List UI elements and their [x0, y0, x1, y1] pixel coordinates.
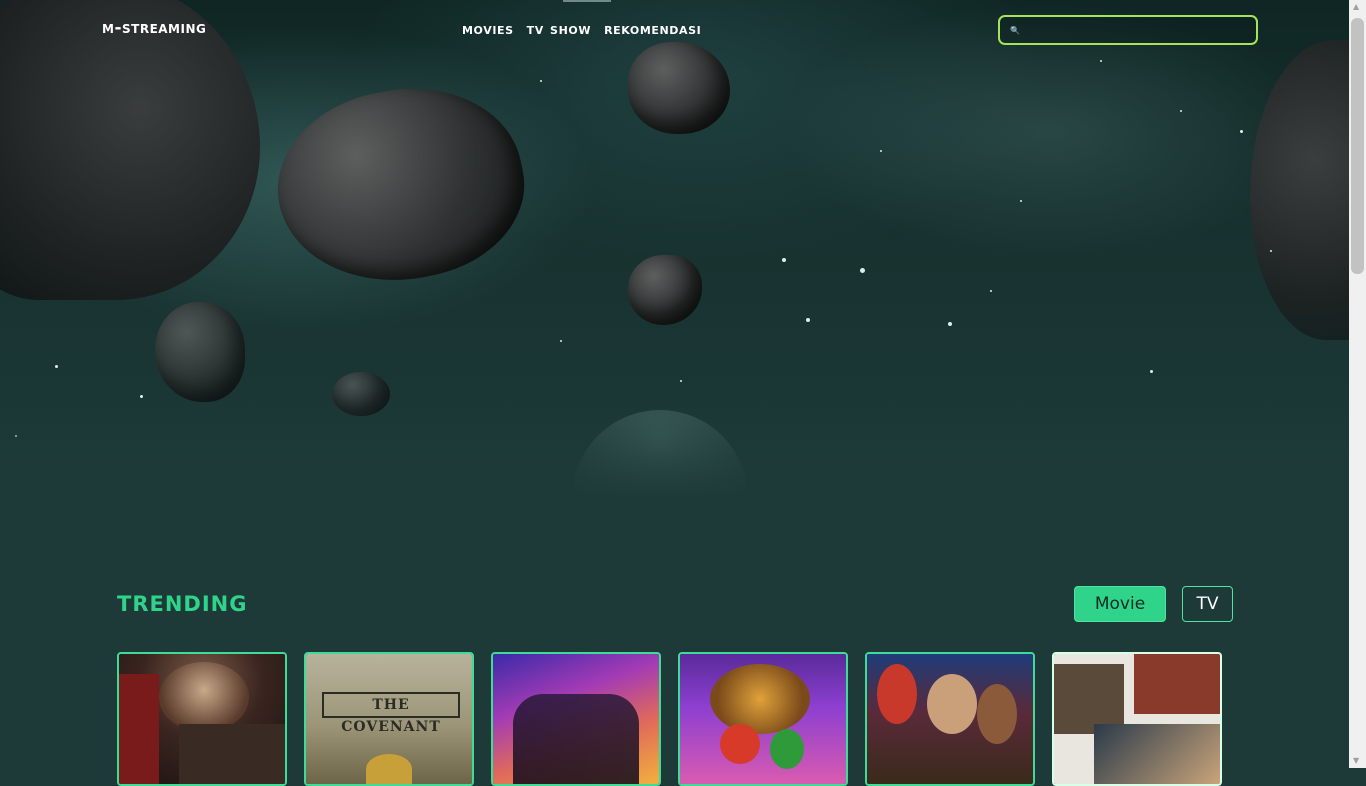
asteroid	[260, 66, 541, 304]
movie-card[interactable]	[117, 652, 287, 786]
asteroid	[155, 302, 245, 402]
page-scrollbar[interactable]: ▲ ▼	[1349, 0, 1366, 768]
trending-tabs: Movie TV	[1074, 586, 1233, 622]
search-input[interactable]	[1023, 22, 1248, 38]
scroll-up-icon[interactable]: ▲	[1353, 2, 1359, 11]
nav-link-movies[interactable]: movies	[462, 19, 514, 38]
movie-card[interactable]	[1052, 652, 1222, 786]
search-icon: 🔍	[1010, 25, 1020, 35]
asteroid	[628, 255, 702, 325]
tab-tv[interactable]: TV	[1182, 586, 1233, 622]
movie-card[interactable]: THE COVENANT	[304, 652, 474, 786]
brand-logo[interactable]: m-streaming	[102, 18, 206, 38]
navbar: m-streaming movies tv show rekomendasi 🔍	[0, 0, 1349, 60]
search-box[interactable]: 🔍	[998, 15, 1258, 45]
poster-image	[867, 654, 1033, 784]
hero-banner	[0, 0, 1349, 500]
planet	[572, 410, 748, 500]
poster-image	[1054, 654, 1220, 784]
section-title-trending: trending	[117, 584, 248, 619]
tab-movie[interactable]: Movie	[1074, 586, 1166, 622]
nav-link-rekomendasi[interactable]: rekomendasi	[604, 19, 701, 38]
nav-links: movies tv show rekomendasi	[462, 19, 701, 38]
scroll-down-icon[interactable]: ▼	[1353, 756, 1359, 765]
poster-title: THE COVENANT	[322, 692, 460, 735]
scroll-thumb[interactable]	[1351, 18, 1364, 274]
movie-card[interactable]	[678, 652, 848, 786]
asteroid	[332, 372, 390, 416]
trending-cards: THE COVENANT	[117, 652, 1222, 786]
asteroid-cliff-right	[1250, 40, 1349, 340]
poster-image	[493, 654, 659, 784]
movie-card[interactable]	[865, 652, 1035, 786]
poster-image	[119, 654, 285, 784]
poster-image	[680, 654, 846, 784]
nav-link-tv-show[interactable]: tv show	[527, 19, 591, 38]
poster-image: THE COVENANT	[306, 654, 472, 784]
movie-card[interactable]	[491, 652, 661, 786]
